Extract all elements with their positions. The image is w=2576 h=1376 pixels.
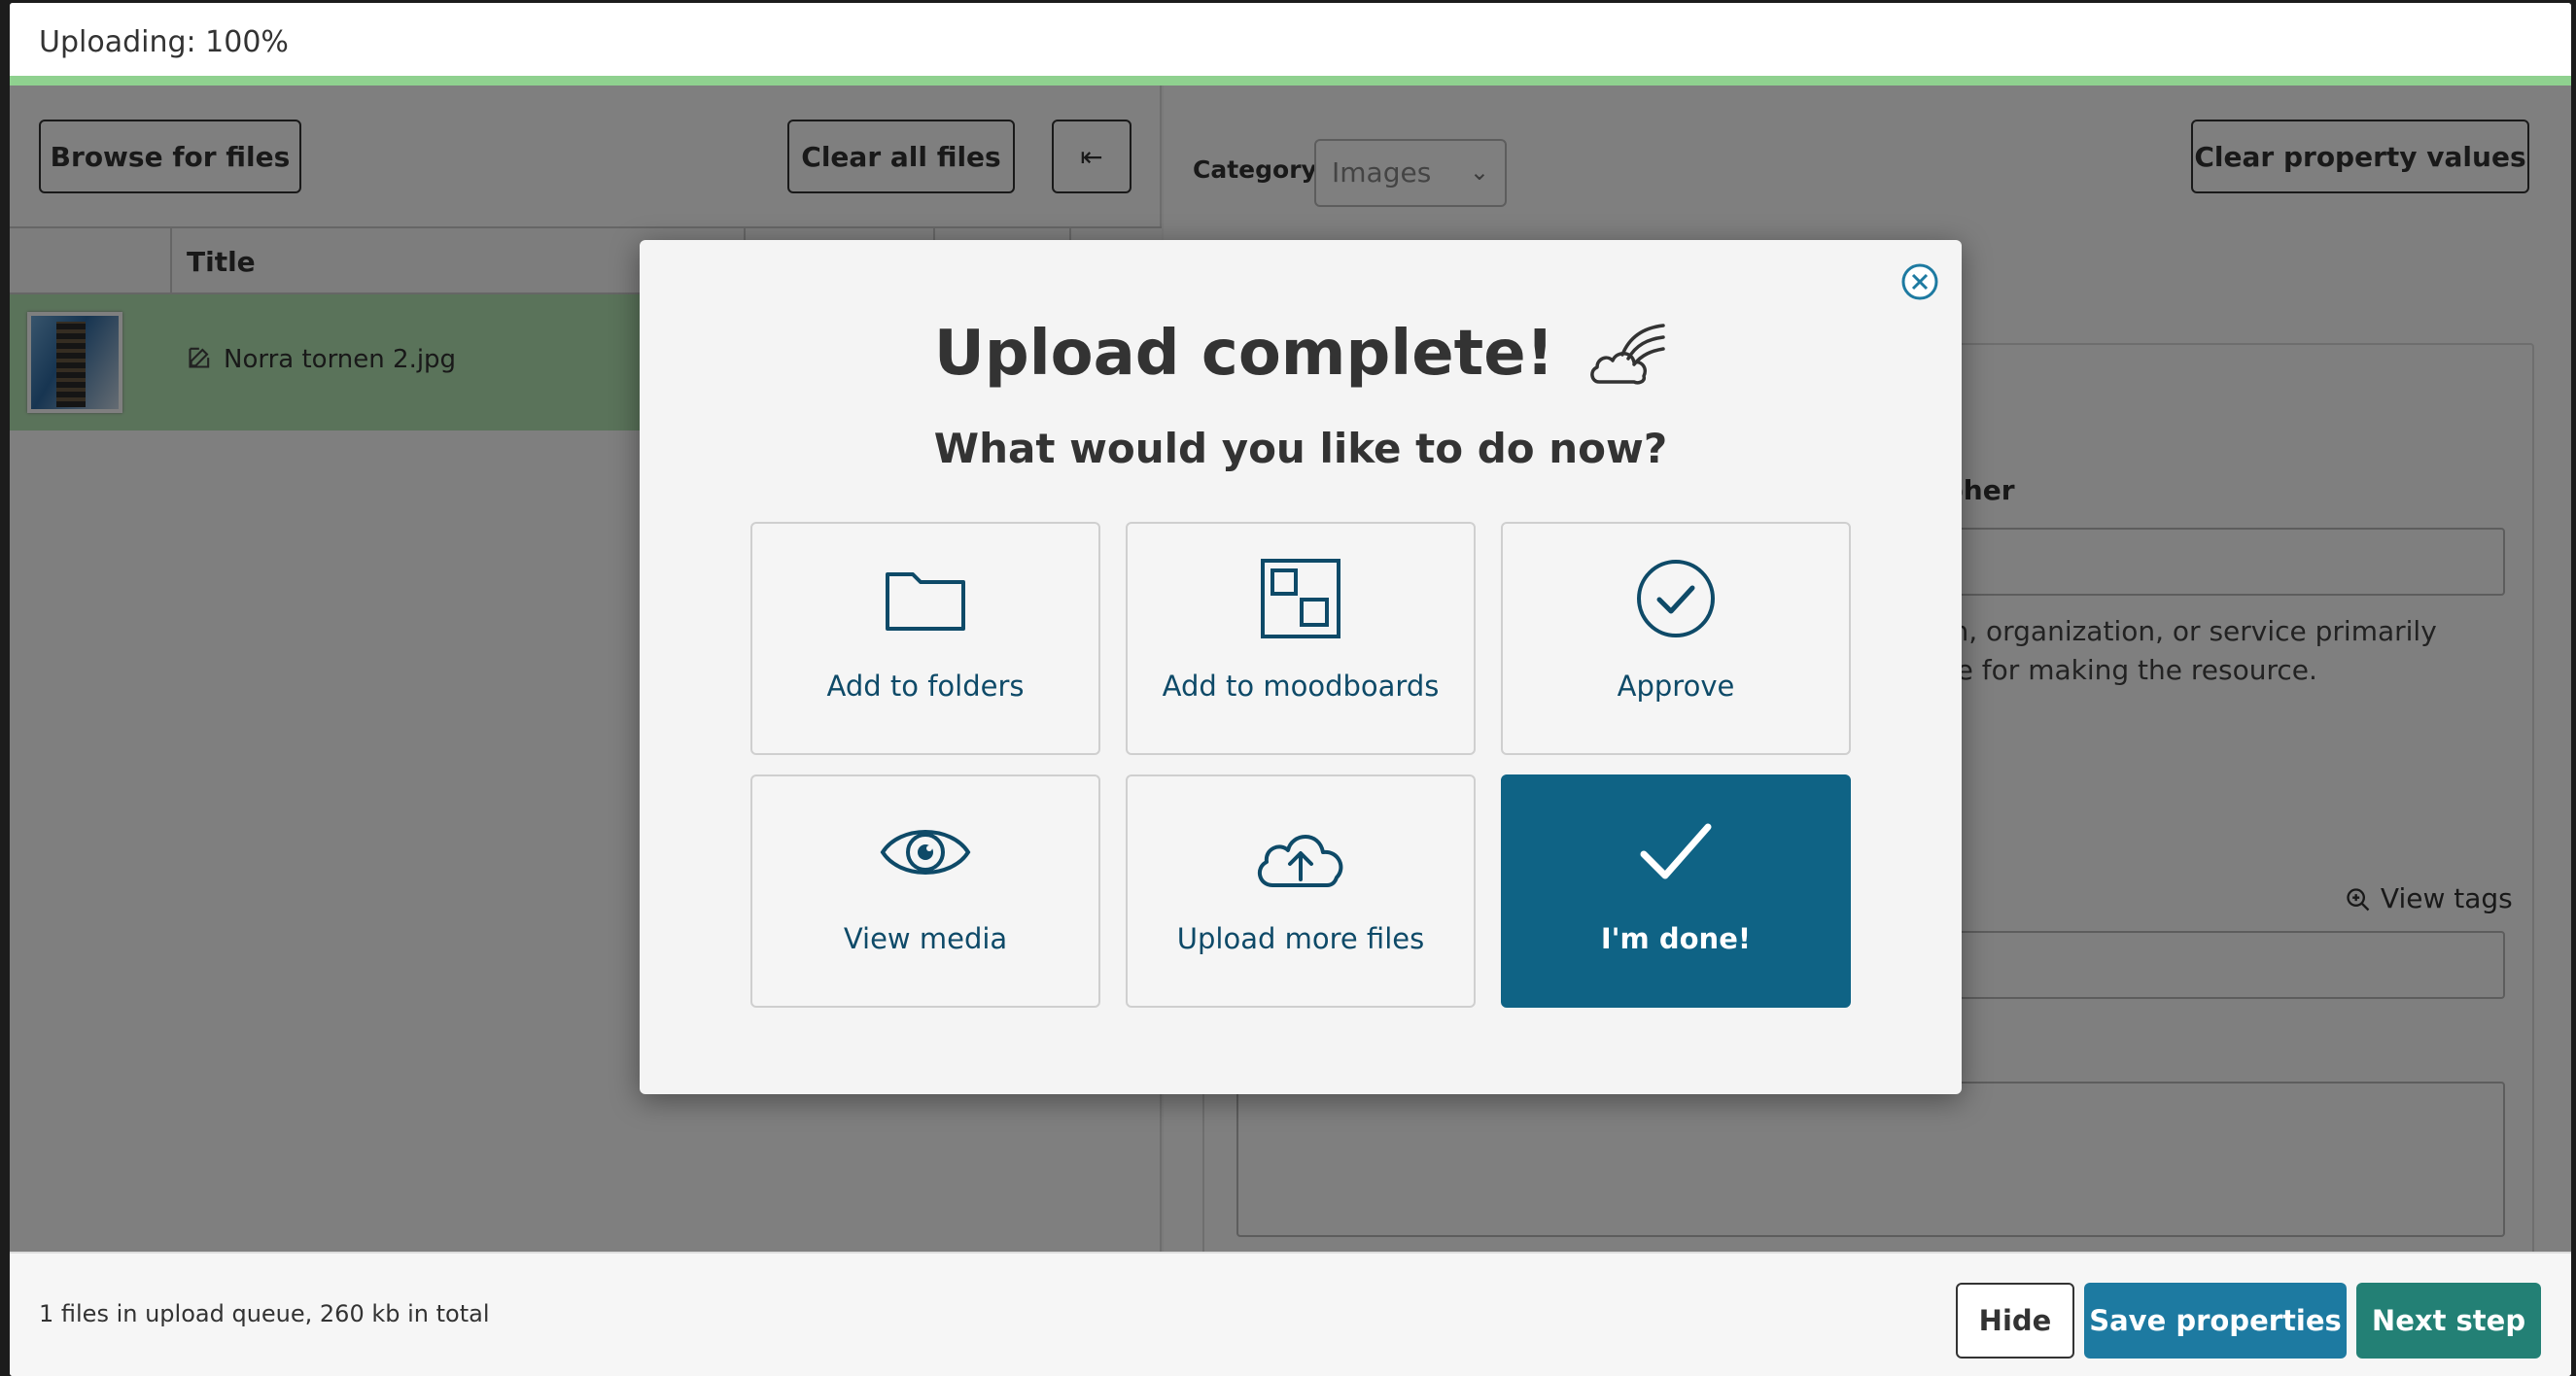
tile-label: Add to moodboards (1162, 670, 1440, 703)
tile-label: Add to folders (826, 670, 1025, 703)
upload-complete-modal: Upload complete! What would you like to … (640, 240, 1962, 1094)
hide-button[interactable]: Hide (1956, 1283, 2074, 1359)
next-step-button[interactable]: Next step (2356, 1283, 2541, 1359)
upload-progress-fill (10, 76, 2571, 86)
close-icon[interactable] (1900, 262, 1939, 301)
modal-title-text: Upload complete! (933, 318, 1554, 390)
checkmark-icon (1640, 823, 1712, 879)
upload-more-files-tile[interactable]: Upload more files (1126, 774, 1476, 1008)
upload-dialog: Uploading: 100% Browse for files Clear a… (10, 3, 2571, 1376)
add-to-folders-tile[interactable]: Add to folders (750, 522, 1100, 755)
tile-label: I'm done! (1600, 922, 1752, 955)
queue-summary: 1 files in upload queue, 260 kb in total (39, 1300, 490, 1327)
upload-progress-bar (10, 76, 2571, 86)
celebration-cloud-icon (1590, 324, 1665, 385)
save-properties-button[interactable]: Save properties (2084, 1283, 2347, 1359)
upload-status-title: Uploading: 100% (39, 25, 289, 59)
approve-tile[interactable]: Approve (1501, 522, 1851, 755)
eye-icon (880, 830, 971, 875)
tile-label: Approve (1617, 670, 1735, 703)
moodboard-icon (1261, 559, 1340, 638)
tile-label: Upload more files (1176, 922, 1425, 955)
cloud-upload-icon (1257, 835, 1343, 887)
tile-label: View media (843, 922, 1008, 955)
upload-footer: 1 files in upload queue, 260 kb in total… (10, 1252, 2571, 1376)
folder-icon (886, 572, 965, 631)
modal-title: Upload complete! (640, 318, 1962, 392)
check-circle-icon (1637, 560, 1715, 637)
upload-header: Uploading: 100% (10, 3, 2571, 86)
view-media-tile[interactable]: View media (750, 774, 1100, 1008)
im-done-tile[interactable]: I'm done! (1501, 774, 1851, 1008)
modal-subtitle: What would you like to do now? (933, 425, 1668, 472)
add-to-moodboards-tile[interactable]: Add to moodboards (1126, 522, 1476, 755)
